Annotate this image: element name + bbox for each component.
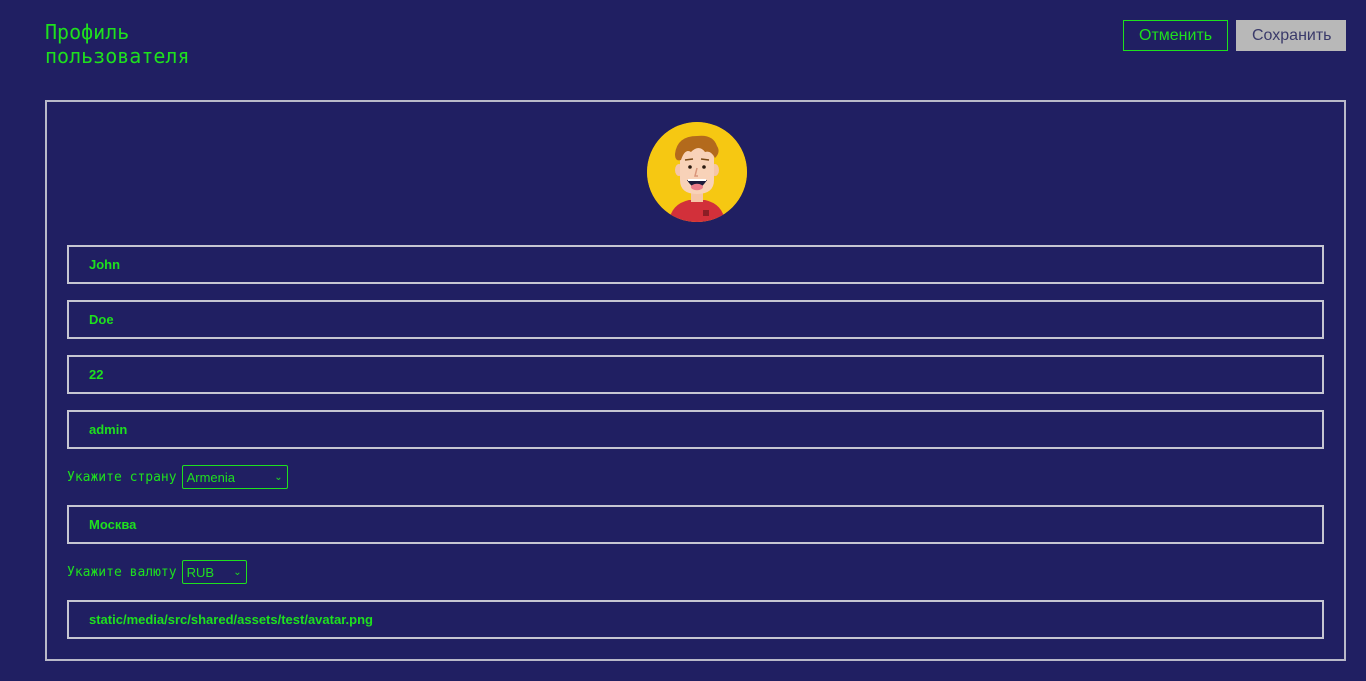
username-input[interactable] — [67, 410, 1324, 449]
currency-row: Укажите валюту RUB ⌄ — [67, 560, 247, 584]
avatar-url-input[interactable] — [67, 600, 1324, 639]
country-row: Укажите страну Armenia ⌄ — [67, 465, 288, 489]
save-button[interactable]: Сохранить — [1236, 20, 1346, 51]
currency-select[interactable]: RUB ⌄ — [181, 560, 247, 584]
profile-page: Профиль пользователя Отменить Сохранить — [0, 0, 1366, 681]
currency-value: RUB — [186, 564, 215, 580]
currency-label: Укажите валюту — [67, 564, 177, 580]
country-value: Armenia — [186, 469, 235, 485]
cancel-button[interactable]: Отменить — [1123, 20, 1228, 51]
avatar — [647, 122, 747, 222]
country-select[interactable]: Armenia ⌄ — [181, 465, 288, 489]
last-name-input[interactable] — [67, 300, 1324, 339]
chevron-down-icon: ⌄ — [233, 566, 242, 578]
avatar-icon — [647, 122, 747, 222]
page-title: Профиль пользователя — [45, 20, 190, 68]
first-name-input[interactable] — [67, 245, 1324, 284]
country-label: Укажите страну — [67, 469, 177, 485]
chevron-down-icon: ⌄ — [274, 471, 283, 483]
age-input[interactable] — [67, 355, 1324, 394]
header-actions: Отменить Сохранить — [1123, 20, 1346, 51]
city-input[interactable] — [67, 505, 1324, 544]
profile-card: Укажите страну Armenia ⌄ Укажите валюту … — [45, 100, 1346, 661]
